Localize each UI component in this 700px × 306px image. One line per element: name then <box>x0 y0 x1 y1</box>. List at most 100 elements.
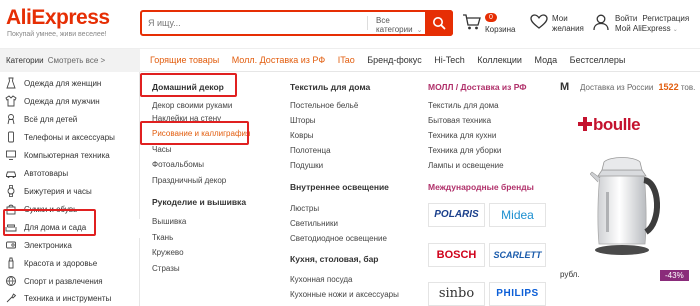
col2-link[interactable]: Подушки <box>290 161 323 170</box>
col2-heading[interactable]: Текстиль для дома <box>290 82 370 92</box>
promo-count: 1522 <box>658 82 679 92</box>
nav-link-hi-tech[interactable]: Hi-Tech <box>434 55 465 65</box>
sidebar-item-label: Компьютерная техника <box>24 151 110 160</box>
brand-midea[interactable]: Midea <box>489 203 546 227</box>
boulle-logo-mark <box>578 117 592 131</box>
slogan: Покупай умнее, живи веселее! <box>7 31 107 38</box>
user-icon <box>593 14 609 31</box>
boulle-logo-text: boulle <box>593 115 641 134</box>
col3-heading-2[interactable]: Международные бренды <box>428 182 534 192</box>
nav-link-hot-deals[interactable]: Горящие товары <box>150 55 219 65</box>
sidebar-item-label: Спорт и развлечения <box>24 277 103 286</box>
sidebar-item-label: Всё для детей <box>24 115 78 124</box>
nav-link-itao[interactable]: ITao <box>338 55 355 65</box>
sidebar-item-label: Автотовары <box>24 169 69 178</box>
col1-heading-2[interactable]: Рукоделие и вышивка <box>152 197 246 207</box>
col2-link[interactable]: Постельное бельё <box>290 101 358 110</box>
nav-link-mall[interactable]: Молл. Доставка из РФ <box>232 55 325 65</box>
col2-link[interactable]: Светильники <box>290 219 338 228</box>
col3-link[interactable]: Техника для уборки <box>428 146 501 155</box>
categories-label: Категории <box>6 56 44 65</box>
sidebar-item-label: Одежда для мужчин <box>24 97 100 106</box>
col1-link[interactable]: Декор своими руками <box>152 101 232 110</box>
sidebar-item-electronics[interactable]: Электроника <box>0 237 140 256</box>
login-link[interactable]: Войти <box>615 14 637 23</box>
beauty-icon <box>8 257 14 269</box>
col2-link[interactable]: Кухонные ножи и аксессуары <box>290 290 399 299</box>
nav-link-fashion[interactable]: Мода <box>534 55 557 65</box>
brand-sinbo[interactable]: sinbo <box>428 282 485 306</box>
kettle-image <box>590 157 661 255</box>
sidebar-item-jewelry[interactable]: Бижутерия и часы <box>0 183 140 202</box>
col2-link[interactable]: Полотенца <box>290 146 331 155</box>
col2-link[interactable]: Шторы <box>290 116 316 125</box>
col3-link[interactable]: Бытовая техника <box>428 116 491 125</box>
search-button[interactable] <box>425 10 453 36</box>
col2-link[interactable]: Светодиодное освещение <box>290 234 387 243</box>
promo-header: М Доставка из России 1522 тов. <box>560 81 696 93</box>
discount-badge: -43% <box>660 270 689 281</box>
dress-icon <box>6 77 16 89</box>
wishlist-label: Мои желания <box>552 14 584 33</box>
sidebar-item-tools[interactable]: Техника и инструменты <box>0 290 140 306</box>
sidebar-item-auto[interactable]: Автотовары <box>0 165 140 184</box>
col2-link[interactable]: Кухонная посуда <box>290 275 353 284</box>
sidebar-item-beauty[interactable]: Красота и здоровье <box>0 255 140 274</box>
brand-polaris[interactable]: POLARIS <box>428 203 485 227</box>
cart-count-badge: 0 <box>485 13 497 22</box>
brand-bosch[interactable]: BOSCH <box>428 243 485 267</box>
col3-link[interactable]: Текстиль для дома <box>428 101 499 110</box>
sidebar-item-label: Телефоны и аксессуары <box>24 133 115 142</box>
brand-philips[interactable]: PHILIPS <box>489 282 546 306</box>
sidebar-item-women[interactable]: Одежда для женщин <box>0 75 140 94</box>
see-all-link[interactable]: Смотреть все > <box>48 56 105 65</box>
electronics-icon <box>6 241 16 249</box>
sport-icon <box>6 276 16 286</box>
col2-heading-2[interactable]: Внутреннее освещение <box>290 182 389 192</box>
col1-link[interactable]: Ткань <box>152 233 173 242</box>
promo-unit: тов. <box>680 83 696 92</box>
nav-link-bestsellers[interactable]: Бестселлеры <box>570 55 626 65</box>
nav-link-brand-focus[interactable]: Бренд-фокус <box>367 55 421 65</box>
cart-button[interactable]: 0 Корзина <box>462 11 522 37</box>
search-input[interactable] <box>148 12 348 34</box>
col2-link[interactable]: Люстры <box>290 204 319 213</box>
col1-link[interactable]: Вышивка <box>152 217 186 226</box>
category-sidebar: Одежда для женщин Одежда для мужчин Всё … <box>0 72 140 306</box>
col2-heading-3[interactable]: Кухня, столовая, бар <box>290 254 379 264</box>
highlight-box-home-garden <box>3 209 96 236</box>
col1-link[interactable]: Стразы <box>152 264 180 273</box>
sidebar-item-phones[interactable]: Телефоны и аксессуары <box>0 129 140 148</box>
aliexpress-logo[interactable]: AliExpress <box>6 6 110 30</box>
sidebar-item-men[interactable]: Одежда для мужчин <box>0 93 140 112</box>
account-menu: Войти Регистрация Мой AliExpress ⌄ <box>592 11 700 37</box>
register-link[interactable]: Регистрация <box>642 14 689 23</box>
col1-link[interactable]: Часы <box>152 145 172 154</box>
sidebar-item-kids[interactable]: Всё для детей <box>0 111 140 130</box>
cart-label: Корзина <box>485 25 516 34</box>
car-icon <box>6 171 16 178</box>
my-aliexpress-label: Мой AliExpress <box>615 24 671 33</box>
promo-fragment: рубл. <box>560 270 580 279</box>
sidebar-item-computers[interactable]: Компьютерная техника <box>0 147 140 166</box>
chevron-down-icon: ⌄ <box>416 27 423 34</box>
my-aliexpress-link[interactable]: Мой AliExpress ⌄ <box>615 24 678 33</box>
col3-heading[interactable]: МОЛЛ / Доставка из РФ <box>428 82 527 92</box>
sidebar-item-label: Красота и здоровье <box>24 259 98 268</box>
brand-scarlett[interactable]: SCARLETT <box>489 243 546 267</box>
highlight-box-home-decor <box>140 73 237 97</box>
col1-link[interactable]: Кружево <box>152 248 184 257</box>
col3-link[interactable]: Техника для кухни <box>428 131 496 140</box>
col2-link[interactable]: Ковры <box>290 131 314 140</box>
nav-link-collections[interactable]: Коллекции <box>477 55 522 65</box>
col1-link[interactable]: Праздничный декор <box>152 176 226 185</box>
search-category-select[interactable]: Все категории ⌄ <box>367 16 427 34</box>
sidebar-item-label: Техника и инструменты <box>24 294 112 303</box>
watch-icon <box>7 185 15 197</box>
wishlist-button[interactable]: Мои желания <box>530 11 590 37</box>
promo-panel[interactable]: М Доставка из России 1522 тов. boulle ру… <box>560 72 700 306</box>
col3-link[interactable]: Лампы и освещение <box>428 161 504 170</box>
baby-icon <box>7 114 15 125</box>
cart-icon <box>463 14 481 30</box>
col1-link[interactable]: Фотоальбомы <box>152 160 204 169</box>
